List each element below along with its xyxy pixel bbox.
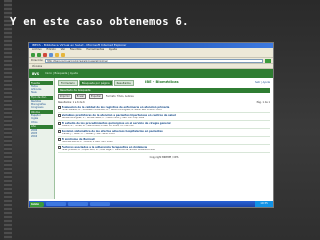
result-authors: Benítez Rodríguez, E. ; Gómez Nieto, L. … — [61, 116, 145, 119]
pager[interactable]: Pág. 1 de 1 — [257, 101, 270, 104]
slide-title: Y en este caso obtenemos 6. — [10, 16, 189, 28]
menu-edicion[interactable]: Edición — [47, 48, 56, 51]
export-button[interactable]: Exportar — [89, 94, 103, 99]
left-filter-item[interactable]: Tesis — [29, 91, 54, 94]
format-label: Formato: Título, Autores — [105, 95, 134, 98]
result-authors: Lozano, R. ; Torres, M. ; García Ruiz, P… — [61, 124, 134, 127]
left-filter-item[interactable]: Congresos — [29, 106, 54, 109]
tab-busqueda[interactable]: Búsqueda por página — [78, 80, 113, 86]
back-icon[interactable] — [31, 52, 35, 57]
result-item: Evaluación de la calidad de los registro… — [58, 105, 270, 113]
taskbar-item[interactable] — [68, 202, 88, 206]
result-item: Variables predictoras de la atención a p… — [58, 113, 270, 121]
exit-help-link[interactable]: Salir | Ayuda — [255, 81, 270, 84]
result-checkbox[interactable] — [58, 122, 61, 125]
address-input[interactable]: http://ibecs.isciii.es/cgi-bin/wxislind.… — [45, 58, 263, 63]
address-label: Dirección — [31, 59, 44, 62]
result-item: Factores asociados a la adherencia terap… — [58, 145, 270, 153]
favorites-icon[interactable] — [61, 52, 65, 57]
taskbar-item[interactable] — [46, 202, 66, 206]
windows-taskbar: Inicio 10:35 — [29, 201, 273, 207]
menu-herramientas[interactable]: Herramientas — [86, 48, 104, 51]
start-button[interactable]: Inicio — [30, 201, 44, 207]
tab-resultados[interactable]: Resultados — [113, 80, 134, 86]
result-checkbox[interactable] — [58, 138, 61, 141]
system-clock: 10:35 — [255, 201, 273, 207]
results-count: Resultados: 1 a 6 de 6 — [58, 101, 85, 104]
browser-screenshot: IBECS - Biblioteca Virtual en Salud - Mi… — [28, 42, 274, 208]
database-title: IBE - Biomédicas — [145, 80, 179, 84]
left-filter-column: Fuente Todos Artículos Tesis Tipo de doc… — [29, 78, 55, 199]
slide-decor-stripe — [4, 0, 12, 240]
result-authors: Ferrer Zaballa, G. ; Gonzalez Fernandez,… — [61, 108, 162, 111]
result-checkbox[interactable] — [58, 114, 61, 117]
result-checkbox[interactable] — [58, 106, 61, 109]
print-button[interactable]: Imprimir — [58, 94, 72, 99]
copyright-text: Copyright BIREME / OPS — [149, 155, 179, 159]
results-actions: Imprimir Enviar Exportar Formato: Título… — [58, 94, 270, 99]
go-button[interactable] — [265, 58, 271, 63]
forward-icon[interactable] — [37, 52, 41, 57]
result-authors: Aranaz, J. ; Aibar, C. ; Vitaller, J. Ga… — [61, 132, 115, 135]
send-button[interactable]: Enviar — [74, 94, 87, 99]
result-authors: Pérez Jiménez, A. ; López Soto, M. ; Rui… — [61, 148, 155, 151]
results-content: Formulario Búsqueda por página Resultado… — [55, 78, 273, 199]
results-band: Resultado de búsqueda — [58, 88, 270, 93]
site-logo[interactable]: BVS — [32, 72, 39, 76]
taskbar-item[interactable] — [90, 202, 110, 206]
result-checkbox[interactable] — [58, 130, 61, 133]
menu-ver[interactable]: Ver — [61, 48, 65, 51]
result-checkbox[interactable] — [58, 146, 61, 149]
result-item: Revisión sistemática de los efectos adve… — [58, 129, 270, 137]
menu-archivo[interactable]: Archivo — [32, 48, 42, 51]
refresh-icon[interactable] — [49, 52, 53, 57]
main-area: Fuente Todos Artículos Tesis Tipo de doc… — [29, 78, 273, 199]
menu-favoritos[interactable]: Favoritos — [70, 48, 82, 51]
menu-ayuda[interactable]: Ayuda — [109, 48, 117, 51]
left-filter-item[interactable]: 2004 — [29, 135, 54, 138]
tab-formulario[interactable]: Formulario — [58, 80, 78, 86]
result-authors: Martínez García, L. ; Molina, P. Med. Fa… — [61, 140, 113, 143]
result-item: El estudio de los procedimientos quirúrg… — [58, 121, 270, 129]
result-item: El síndrome de Burnout Martínez García, … — [58, 137, 270, 145]
stop-icon[interactable] — [43, 52, 47, 57]
site-nav[interactable]: Inicio | Búsqueda | Ayuda — [45, 72, 78, 75]
home-icon[interactable] — [55, 52, 59, 57]
left-filter-item[interactable]: Otros — [29, 121, 54, 124]
site-header: BVS Inicio | Búsqueda | Ayuda — [29, 69, 273, 78]
